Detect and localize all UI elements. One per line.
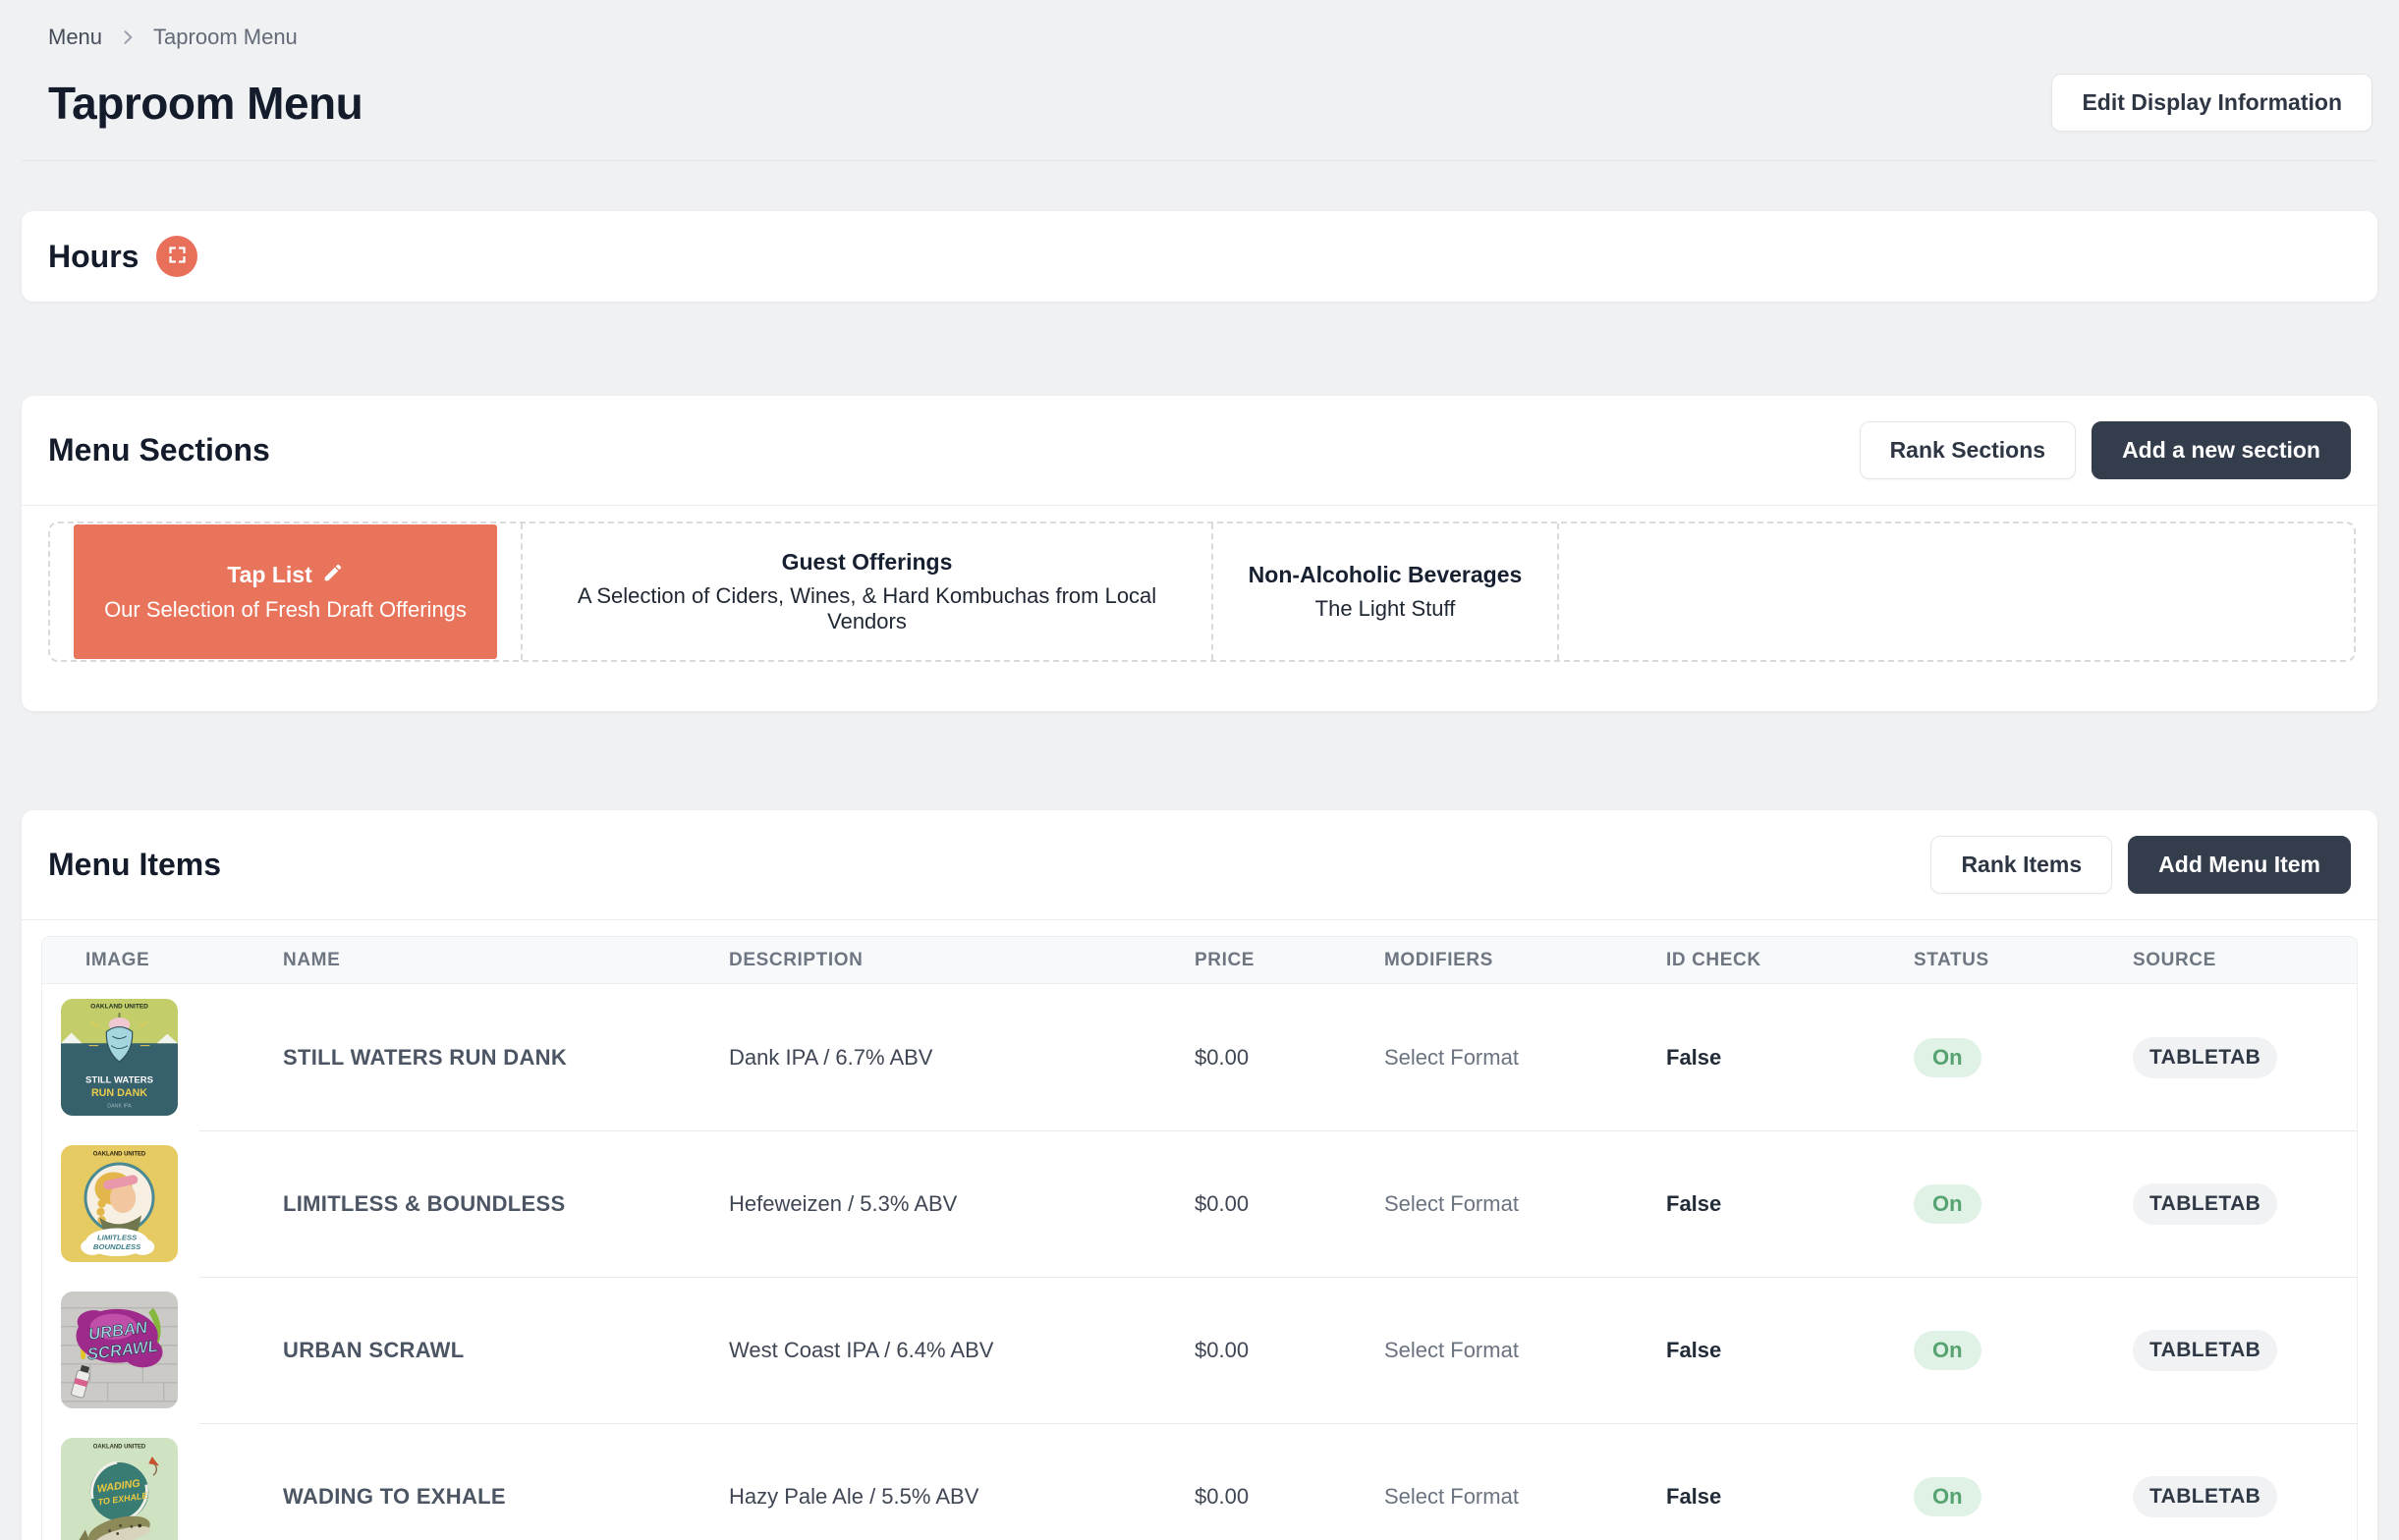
page-title: Taproom Menu	[48, 77, 363, 130]
column-header-status: STATUS	[1914, 950, 2133, 971]
column-header-modifiers: MODIFIERS	[1384, 950, 1666, 971]
item-name: URBAN SCRAWL	[283, 1338, 729, 1363]
item-modifiers: Select Format	[1384, 1338, 1666, 1363]
source-badge: TABLETAB	[2133, 1037, 2277, 1078]
item-description: Dank IPA / 6.7% ABV	[729, 1045, 1195, 1071]
item-modifiers: Select Format	[1384, 1045, 1666, 1071]
menu-sections-title: Menu Sections	[48, 432, 270, 468]
svg-text:STILL WATERS: STILL WATERS	[85, 1075, 153, 1086]
svg-text:BOUNDLESS: BOUNDLESS	[93, 1242, 141, 1251]
column-header-description: DESCRIPTION	[729, 950, 1195, 971]
section-card-non-alcoholic[interactable]: Non-Alcoholic Beverages The Light Stuff	[1233, 562, 1538, 622]
section-description: Our Selection of Fresh Draft Offerings	[104, 597, 467, 623]
page: Menu Taproom Menu Taproom Menu Edit Disp…	[0, 0, 2399, 1540]
add-menu-item-button[interactable]: Add Menu Item	[2128, 836, 2351, 894]
item-description: Hefeweizen / 5.3% ABV	[729, 1191, 1195, 1217]
source-badge: TABLETAB	[2133, 1183, 2277, 1225]
breadcrumb-menu-link[interactable]: Menu	[48, 25, 102, 50]
item-name: WADING TO EXHALE	[283, 1484, 729, 1510]
section-name: Guest Offerings	[782, 549, 953, 576]
item-price: $0.00	[1195, 1338, 1384, 1363]
svg-text:LIMITLESS: LIMITLESS	[97, 1233, 138, 1241]
item-image-still-waters-run-dank: OAKLAND UNITED STILL WATERS RUN DANK DAN…	[61, 999, 178, 1116]
section-description: The Light Stuff	[1249, 596, 1523, 622]
item-price: $0.00	[1195, 1045, 1384, 1071]
breadcrumb-current: Taproom Menu	[153, 25, 298, 50]
sections-strip: Tap List Our Selection of Fresh Draft Of…	[48, 522, 2356, 662]
item-image-urban-scrawl: URBAN SCRAWL	[61, 1292, 178, 1408]
table-row[interactable]: OAKLAND UNITED WADING TO EXHALE	[42, 1423, 2357, 1540]
column-header-source: SOURCE	[2133, 950, 2357, 971]
table-row[interactable]: URBAN SCRAWL URBAN SCRAWL	[42, 1277, 2357, 1423]
item-price: $0.00	[1195, 1484, 1384, 1510]
source-badge: TABLETAB	[2133, 1330, 2277, 1371]
item-id-check: False	[1666, 1338, 1914, 1363]
item-id-check: False	[1666, 1045, 1914, 1071]
item-description: West Coast IPA / 6.4% ABV	[729, 1338, 1195, 1363]
table-row[interactable]: OAKLAND UNITED STILL WATERS RUN DANK DAN…	[42, 984, 2357, 1130]
chevron-right-icon	[118, 28, 138, 47]
source-badge: TABLETAB	[2133, 1476, 2277, 1517]
item-price: $0.00	[1195, 1191, 1384, 1217]
status-badge: On	[1914, 1038, 1981, 1077]
status-badge: On	[1914, 1331, 1981, 1370]
section-card-tap-list[interactable]: Tap List Our Selection of Fresh Draft Of…	[74, 524, 497, 659]
menu-items-card: Menu Items Rank Items Add Menu Item IMAG…	[22, 810, 2377, 1540]
table-header-row: IMAGE NAME DESCRIPTION PRICE MODIFIERS I…	[42, 937, 2357, 984]
menu-items-title: Menu Items	[48, 847, 221, 883]
svg-text:DANK IPA: DANK IPA	[107, 1104, 132, 1110]
expand-icon	[167, 245, 188, 268]
hours-expand-button[interactable]	[156, 236, 197, 277]
edit-pencil-icon[interactable]	[322, 562, 344, 589]
item-description: Hazy Pale Ale / 5.5% ABV	[729, 1484, 1195, 1510]
breadcrumb: Menu Taproom Menu	[48, 25, 2372, 50]
section-description: A Selection of Ciders, Wines, & Hard Kom…	[538, 583, 1196, 634]
status-badge: On	[1914, 1477, 1981, 1516]
hours-card: Hours	[22, 211, 2377, 302]
status-badge: On	[1914, 1184, 1981, 1224]
rank-sections-button[interactable]: Rank Sections	[1860, 421, 2077, 479]
svg-text:OAKLAND UNITED: OAKLAND UNITED	[93, 1152, 146, 1158]
edit-display-information-button[interactable]: Edit Display Information	[2051, 74, 2372, 132]
item-image-limitless-boundless: OAKLAND UNITED LIMITLESS	[61, 1145, 178, 1262]
column-header-price: PRICE	[1195, 950, 1384, 971]
section-name: Tap List	[227, 562, 311, 588]
column-header-image: IMAGE	[42, 950, 283, 971]
column-header-name: NAME	[283, 950, 729, 971]
add-section-button[interactable]: Add a new section	[2092, 421, 2351, 479]
section-card-guest-offerings[interactable]: Guest Offerings A Selection of Ciders, W…	[523, 549, 1211, 634]
rank-items-button[interactable]: Rank Items	[1930, 836, 2112, 894]
section-name: Non-Alcoholic Beverages	[1249, 562, 1523, 588]
header-divider	[22, 160, 2377, 161]
svg-text:OAKLAND UNITED: OAKLAND UNITED	[93, 1445, 146, 1451]
item-modifiers: Select Format	[1384, 1484, 1666, 1510]
svg-text:OAKLAND UNITED: OAKLAND UNITED	[90, 1004, 148, 1011]
page-header: Menu Taproom Menu Taproom Menu Edit Disp…	[22, 0, 2377, 132]
menu-items-table: IMAGE NAME DESCRIPTION PRICE MODIFIERS I…	[41, 936, 2358, 1540]
hours-title: Hours	[48, 239, 139, 275]
column-header-id-check: ID CHECK	[1666, 950, 1914, 971]
item-name: STILL WATERS RUN DANK	[283, 1045, 729, 1071]
item-id-check: False	[1666, 1484, 1914, 1510]
item-modifiers: Select Format	[1384, 1191, 1666, 1217]
sections-empty-space	[1557, 523, 2354, 660]
item-image-wading-to-exhale: OAKLAND UNITED WADING TO EXHALE	[61, 1438, 178, 1540]
svg-text:RUN DANK: RUN DANK	[91, 1087, 147, 1099]
menu-sections-card: Menu Sections Rank Sections Add a new se…	[22, 396, 2377, 711]
item-name: LIMITLESS & BOUNDLESS	[283, 1191, 729, 1217]
item-id-check: False	[1666, 1191, 1914, 1217]
table-row[interactable]: OAKLAND UNITED LIMITLESS	[42, 1130, 2357, 1277]
